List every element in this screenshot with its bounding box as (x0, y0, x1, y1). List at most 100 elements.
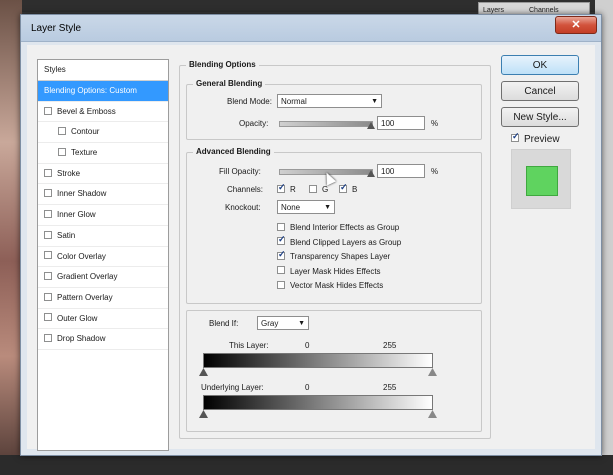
style-item-label: Stroke (57, 168, 81, 178)
background-image (0, 0, 22, 475)
opacity-slider-handle[interactable] (367, 122, 375, 129)
style-checkbox[interactable] (44, 230, 52, 239)
blend-mode-select[interactable]: Normal ▼ (277, 94, 382, 108)
underlying-white-handle[interactable] (428, 410, 437, 418)
style-checkbox[interactable] (44, 313, 52, 322)
blend-if-label: Blend If: (209, 319, 239, 328)
style-item[interactable]: Color Overlay (38, 247, 168, 268)
ok-button[interactable]: OK (501, 55, 579, 75)
style-item[interactable]: Gradient Overlay (38, 267, 168, 288)
blend-if-value: Gray (261, 319, 279, 328)
style-item-label: Texture (71, 148, 98, 158)
style-item-label: Pattern Overlay (57, 292, 113, 302)
opacity-input[interactable]: 100 (377, 116, 425, 130)
fill-opacity-input[interactable]: 100 (377, 164, 425, 178)
tab-layers[interactable]: Layers (483, 7, 504, 14)
checkbox-checked[interactable] (277, 182, 286, 193)
style-item[interactable]: Outer Glow (38, 309, 168, 330)
advanced-option-checkbox[interactable]: Layer Mask Hides Effects (277, 266, 381, 276)
style-item[interactable]: Stroke (38, 164, 168, 185)
blend-mode-label: Blend Mode: (227, 97, 272, 106)
style-item[interactable]: Texture (38, 143, 168, 164)
checkbox-checked[interactable] (277, 249, 286, 260)
knockout-value: None (281, 203, 301, 212)
blend-if-group: Blend If: Gray ▼ This Layer: 0 255 Under… (186, 310, 482, 432)
blend-if-select[interactable]: Gray ▼ (257, 316, 309, 330)
advanced-option-checkbox[interactable]: Blend Interior Effects as Group (277, 222, 400, 232)
preview-thumbnail (511, 149, 571, 209)
channels-label: Channels: (227, 185, 264, 194)
this-layer-white-handle[interactable] (428, 368, 437, 376)
style-item-label: Outer Glow (57, 313, 98, 323)
fill-opacity-slider-handle[interactable] (367, 170, 375, 177)
style-checkbox[interactable] (44, 272, 52, 281)
checkbox-unchecked[interactable] (277, 266, 285, 275)
cancel-button[interactable]: Cancel (501, 81, 579, 101)
opacity-label: Opacity: (239, 119, 269, 128)
blend-mode-value: Normal (281, 97, 307, 106)
style-item-label: Color Overlay (57, 251, 106, 261)
style-checkbox[interactable] (58, 127, 66, 136)
background-bottom (0, 455, 613, 475)
advanced-option-label: Blend Interior Effects as Group (290, 223, 400, 232)
style-item[interactable]: Pattern Overlay (38, 288, 168, 309)
layer-style-dialog: Layer Style ✕ Styles Blending Options: C… (20, 14, 602, 456)
underlying-layer-min: 0 (305, 383, 310, 392)
style-item[interactable]: Inner Glow (38, 205, 168, 226)
channel-g-checkbox[interactable]: G (309, 184, 328, 194)
close-icon[interactable]: ✕ (555, 16, 597, 34)
checkbox-checked[interactable] (339, 182, 348, 193)
style-item[interactable]: Contour (38, 122, 168, 144)
checkbox-unchecked[interactable] (277, 280, 285, 289)
style-checkbox[interactable] (44, 210, 52, 219)
style-checkbox[interactable] (44, 251, 52, 260)
channel-b-checkbox[interactable]: B (339, 182, 358, 194)
style-item[interactable]: Drop Shadow (38, 329, 168, 350)
style-item-label: Contour (71, 127, 100, 137)
styles-header[interactable]: Styles (38, 60, 168, 81)
underlying-black-handle[interactable] (199, 410, 208, 418)
chevron-down-icon: ▼ (298, 320, 305, 327)
checkbox-unchecked[interactable] (277, 222, 285, 231)
advanced-option-checkbox[interactable]: Transparency Shapes Layer (277, 249, 391, 261)
channel-b-label: B (352, 185, 358, 194)
advanced-option-checkbox[interactable]: Blend Clipped Layers as Group (277, 234, 401, 247)
style-checkbox[interactable] (44, 106, 52, 115)
tab-channels[interactable]: Channels (529, 7, 559, 14)
preview-label: Preview (524, 134, 560, 145)
checkbox-checked[interactable] (511, 131, 520, 143)
style-item[interactable]: Inner Shadow (38, 184, 168, 206)
style-checkbox[interactable] (44, 189, 52, 198)
style-item-label: Blending Options: Custom (44, 86, 137, 95)
knockout-select[interactable]: None ▼ (277, 200, 335, 214)
advanced-option-label: Transparency Shapes Layer (290, 252, 391, 261)
channel-r-checkbox[interactable]: R (277, 182, 296, 194)
style-item[interactable]: Bevel & Emboss (38, 102, 168, 123)
style-checkbox[interactable] (58, 147, 66, 156)
checkbox-checked[interactable] (277, 234, 286, 246)
this-layer-label: This Layer: (229, 341, 269, 350)
underlying-layer-max: 255 (383, 383, 397, 392)
style-checkbox[interactable] (44, 292, 52, 301)
opacity-slider[interactable] (279, 121, 373, 127)
styles-list: Styles Blending Options: Custom Bevel & E… (37, 59, 169, 451)
dialog-title: Layer Style (31, 23, 82, 34)
checkbox-unchecked[interactable] (309, 184, 317, 193)
advanced-option-label: Vector Mask Hides Effects (290, 281, 384, 290)
titlebar: Layer Style ✕ (21, 15, 601, 42)
style-item[interactable]: Blending Options: Custom (38, 81, 168, 102)
blending-options-title: Blending Options (186, 60, 259, 69)
preview-checkbox[interactable]: Preview (511, 131, 560, 145)
advanced-option-checkbox[interactable]: Vector Mask Hides Effects (277, 280, 384, 290)
advanced-blending-title: Advanced Blending (193, 147, 274, 156)
advanced-option-label: Layer Mask Hides Effects (290, 266, 381, 276)
blending-options-group: Blending Options General Blending Blend … (179, 60, 491, 439)
style-item-label: Inner Glow (57, 210, 96, 220)
knockout-label: Knockout: (225, 203, 261, 212)
general-blending-group: General Blending Blend Mode: Normal ▼ Op… (186, 79, 482, 140)
style-item[interactable]: Satin (38, 226, 168, 247)
style-checkbox[interactable] (44, 168, 52, 177)
this-layer-black-handle[interactable] (199, 368, 208, 376)
style-checkbox[interactable] (44, 334, 52, 343)
new-style-button[interactable]: New Style... (501, 107, 579, 127)
